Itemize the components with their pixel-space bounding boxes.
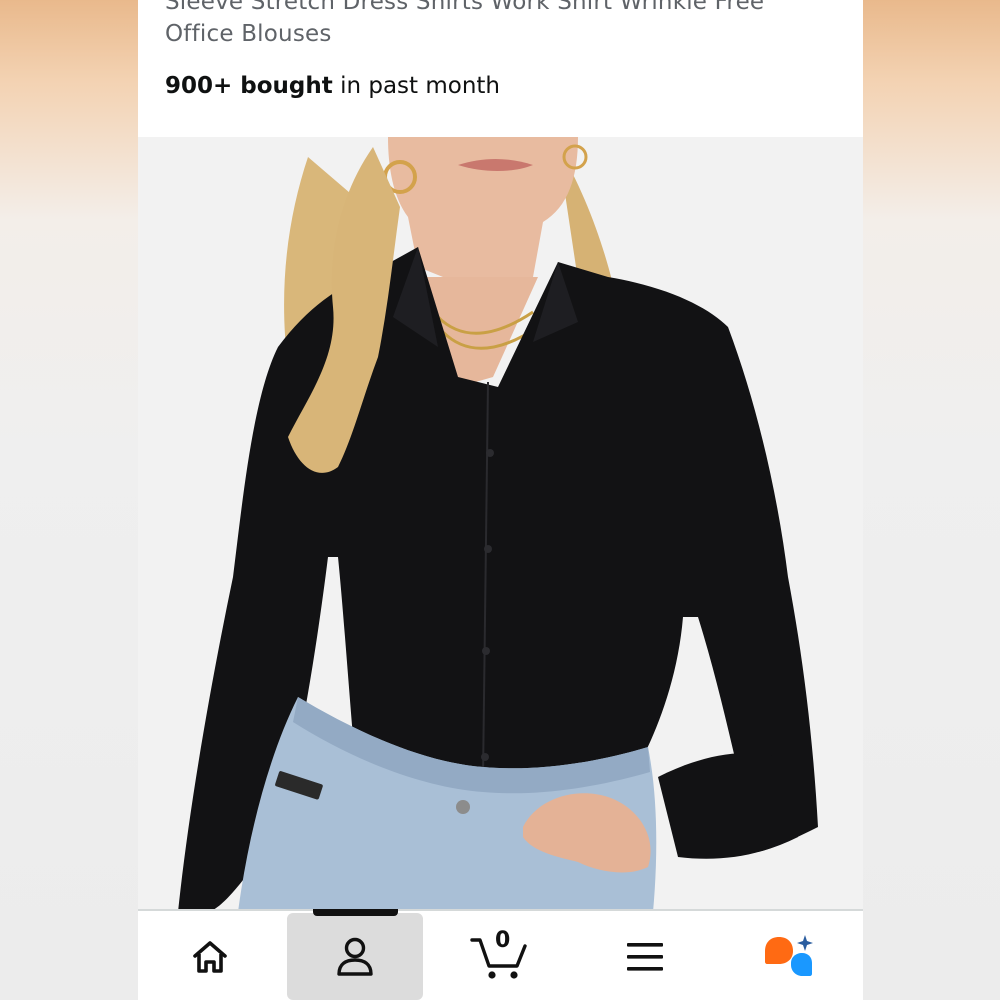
cart-count: 0 [495,927,511,953]
bought-suffix: in past month [332,73,501,99]
left-background [0,0,138,1000]
ai-assistant-icon [765,934,813,976]
nav-menu[interactable] [577,913,713,1000]
nav-account[interactable] [287,913,423,1000]
right-background [863,0,1000,1000]
menu-icon [627,942,663,971]
active-tab-indicator [313,909,398,916]
product-photo [138,137,863,912]
bottom-navigation-bar: 0 [138,909,863,1000]
product-title[interactable]: Sleeve Stretch Dress Shirts Work Shirt W… [165,0,825,50]
product-image[interactable] [138,137,863,912]
product-header: Sleeve Stretch Dress Shirts Work Shirt W… [138,0,863,126]
bought-in-past-month: 900+ bought in past month [165,70,500,102]
nav-assistant[interactable] [721,913,857,1000]
bought-count: 900+ bought [165,73,333,99]
nav-cart[interactable]: 0 [431,913,567,1000]
user-icon [337,937,373,976]
home-icon [193,940,227,973]
app-screen: Sleeve Stretch Dress Shirts Work Shirt W… [138,0,863,1000]
nav-home[interactable] [142,913,278,1000]
